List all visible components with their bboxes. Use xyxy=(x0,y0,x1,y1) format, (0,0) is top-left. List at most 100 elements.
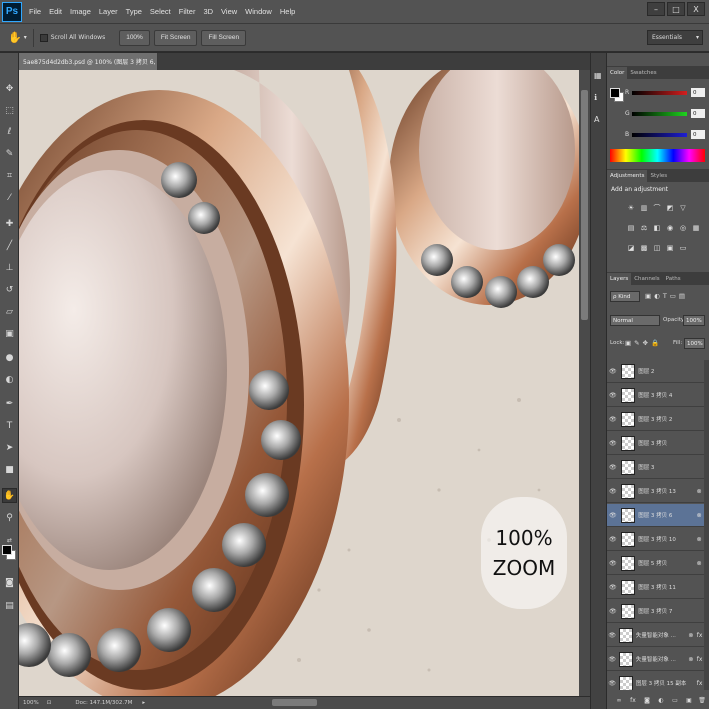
fx-icon[interactable]: fx xyxy=(695,680,704,687)
new-layer-icon[interactable]: ▣ xyxy=(685,697,693,705)
layer-name[interactable]: 图层 3 拷贝 10 xyxy=(638,535,694,543)
blend-mode-select[interactable]: Normal xyxy=(610,315,660,326)
tab-swatches[interactable]: Swatches xyxy=(627,67,659,79)
move-icon[interactable]: ✥ xyxy=(2,81,17,96)
minimize-button[interactable]: – xyxy=(647,2,665,16)
close-button[interactable]: X xyxy=(687,2,705,16)
layer-thumbnail[interactable] xyxy=(620,603,636,619)
fg-swatch[interactable] xyxy=(610,88,620,98)
vertical-scroll-thumb[interactable] xyxy=(581,90,588,320)
fx-icon[interactable]: fx xyxy=(695,656,704,663)
posterize-icon[interactable]: ▩ xyxy=(640,244,648,252)
path-select-icon[interactable]: ➤ xyxy=(2,440,17,455)
quick-select-icon[interactable]: ✎ xyxy=(2,146,17,161)
new-adjustment-icon[interactable]: ◐ xyxy=(657,697,665,705)
fill-screen-button[interactable]: Fill Screen xyxy=(201,29,247,46)
lasso-icon[interactable]: ℓ xyxy=(2,124,17,139)
eye-icon[interactable]: 👁 xyxy=(607,392,619,399)
blue-value[interactable]: 0 xyxy=(691,130,705,139)
tab-channels[interactable]: Channels xyxy=(631,273,662,285)
layer-row[interactable]: 👁 图层 3 拷贝 4 xyxy=(607,384,704,407)
scroll-all-windows-checkbox[interactable] xyxy=(39,33,48,42)
red-track[interactable] xyxy=(632,90,687,95)
menu-3d[interactable]: 3D xyxy=(199,7,217,16)
tab-adjustments[interactable]: Adjustments xyxy=(607,170,648,182)
layer-name[interactable]: 失量智能对象 ... xyxy=(636,655,687,663)
invert-icon[interactable]: ◪ xyxy=(627,244,635,252)
link-layers-icon[interactable]: ∞ xyxy=(615,697,623,705)
workspace-select[interactable]: Essentials ▾ xyxy=(647,30,703,45)
green-slider[interactable]: G 0 xyxy=(625,109,709,118)
healing-icon[interactable]: ✚ xyxy=(2,216,17,231)
eye-icon[interactable]: 👁 xyxy=(607,488,619,495)
menu-file[interactable]: File xyxy=(25,7,45,16)
layer-name[interactable]: 图层 3 拷贝 6 xyxy=(638,511,694,519)
layer-name[interactable]: 图层 3 拷贝 2 xyxy=(638,415,694,423)
layer-row[interactable]: 👁 图层 3 拷贝 10 ⊗ xyxy=(607,528,704,551)
menu-type[interactable]: Type xyxy=(122,7,146,16)
quick-mask-icon[interactable]: ◙ xyxy=(2,575,17,590)
eye-icon[interactable]: 👁 xyxy=(607,416,619,423)
tab-styles[interactable]: Styles xyxy=(647,170,670,182)
layer-name[interactable]: 图层 3 拷贝 13 xyxy=(638,487,694,495)
curves-icon[interactable]: ⌒ xyxy=(653,204,661,212)
black-white-icon[interactable]: ◧ xyxy=(653,224,661,232)
vibrance-icon[interactable]: ▽ xyxy=(679,204,687,212)
hand-icon[interactable]: ✋ xyxy=(2,488,17,503)
shape-icon[interactable]: ■ xyxy=(2,462,17,477)
trash-icon[interactable]: 🗑 xyxy=(698,697,706,705)
hand-tool-preset-icon[interactable]: ✋ xyxy=(8,31,22,44)
levels-icon[interactable]: ▥ xyxy=(640,204,648,212)
green-track[interactable] xyxy=(632,111,687,116)
menu-select[interactable]: Select xyxy=(146,7,175,16)
gradient-icon[interactable]: ▣ xyxy=(2,326,17,341)
history-brush-icon[interactable]: ↺ xyxy=(2,282,17,297)
layer-name[interactable]: 图层 5 拷贝 xyxy=(638,559,694,567)
green-value[interactable]: 0 xyxy=(691,109,705,118)
type-icon[interactable]: T xyxy=(2,418,17,433)
layer-name[interactable]: 失量智能对象 ... xyxy=(636,631,687,639)
opacity-field[interactable]: 100% xyxy=(683,315,705,326)
status-arrow-icon[interactable]: ▸ xyxy=(142,700,145,706)
menu-layer[interactable]: Layer xyxy=(95,7,122,16)
layer-name[interactable]: 图层 3 拷贝 7 xyxy=(638,607,694,615)
layer-name[interactable]: 图层 3 拷贝 xyxy=(638,439,694,447)
menu-image[interactable]: Image xyxy=(66,7,95,16)
layer-thumbnail[interactable] xyxy=(620,531,636,547)
layer-row[interactable]: 👁 图层 5 拷贝 ⊗ xyxy=(607,552,704,575)
color-balance-icon[interactable]: ⚖ xyxy=(640,224,648,232)
crop-icon[interactable]: ⌗ xyxy=(2,168,17,183)
menu-window[interactable]: Window xyxy=(241,7,276,16)
layer-thumbnail[interactable] xyxy=(620,363,636,379)
filter-icons[interactable]: ▣◐T▭▤ xyxy=(645,292,688,300)
eraser-icon[interactable]: ▱ xyxy=(2,304,17,319)
layer-row[interactable]: 👁 图层 3 拷贝 15 副本 fx xyxy=(607,672,704,690)
threshold-icon[interactable]: ◫ xyxy=(653,244,661,252)
dodge-icon[interactable]: ◐ xyxy=(2,372,17,387)
layer-thumbnail[interactable] xyxy=(620,387,636,403)
blur-icon[interactable]: ● xyxy=(2,350,17,365)
zoom-level[interactable]: 100% xyxy=(23,700,39,706)
new-group-icon[interactable]: ▭ xyxy=(671,697,679,705)
layer-thumbnail[interactable] xyxy=(620,555,636,571)
eye-icon[interactable]: 👁 xyxy=(607,440,619,447)
layer-thumbnail[interactable] xyxy=(620,483,636,499)
eye-icon[interactable]: 👁 xyxy=(607,632,617,639)
eye-icon[interactable]: 👁 xyxy=(607,368,619,375)
pen-icon[interactable]: ✒ xyxy=(2,396,17,411)
color-lookup-icon[interactable]: ▦ xyxy=(692,224,700,232)
selective-color-icon[interactable]: ▣ xyxy=(666,244,674,252)
layer-thumbnail[interactable] xyxy=(620,579,636,595)
stamp-icon[interactable]: ⊥ xyxy=(2,260,17,275)
eye-icon[interactable]: 👁 xyxy=(607,656,617,663)
menu-filter[interactable]: Filter xyxy=(175,7,200,16)
red-slider[interactable]: R 0 xyxy=(625,88,709,97)
zoom-icon[interactable]: ⚲ xyxy=(2,510,17,525)
layer-row[interactable]: 👁 失量智能对象 ... ⊗ fx xyxy=(607,648,704,671)
horizontal-scroll-thumb[interactable] xyxy=(272,699,317,706)
chevron-down-icon[interactable]: ▾ xyxy=(24,34,27,41)
layer-name[interactable]: 图层 2 xyxy=(638,367,694,375)
hue-saturation-icon[interactable]: ▤ xyxy=(627,224,635,232)
channel-mixer-icon[interactable]: ◎ xyxy=(679,224,687,232)
layer-thumbnail[interactable] xyxy=(620,435,636,451)
